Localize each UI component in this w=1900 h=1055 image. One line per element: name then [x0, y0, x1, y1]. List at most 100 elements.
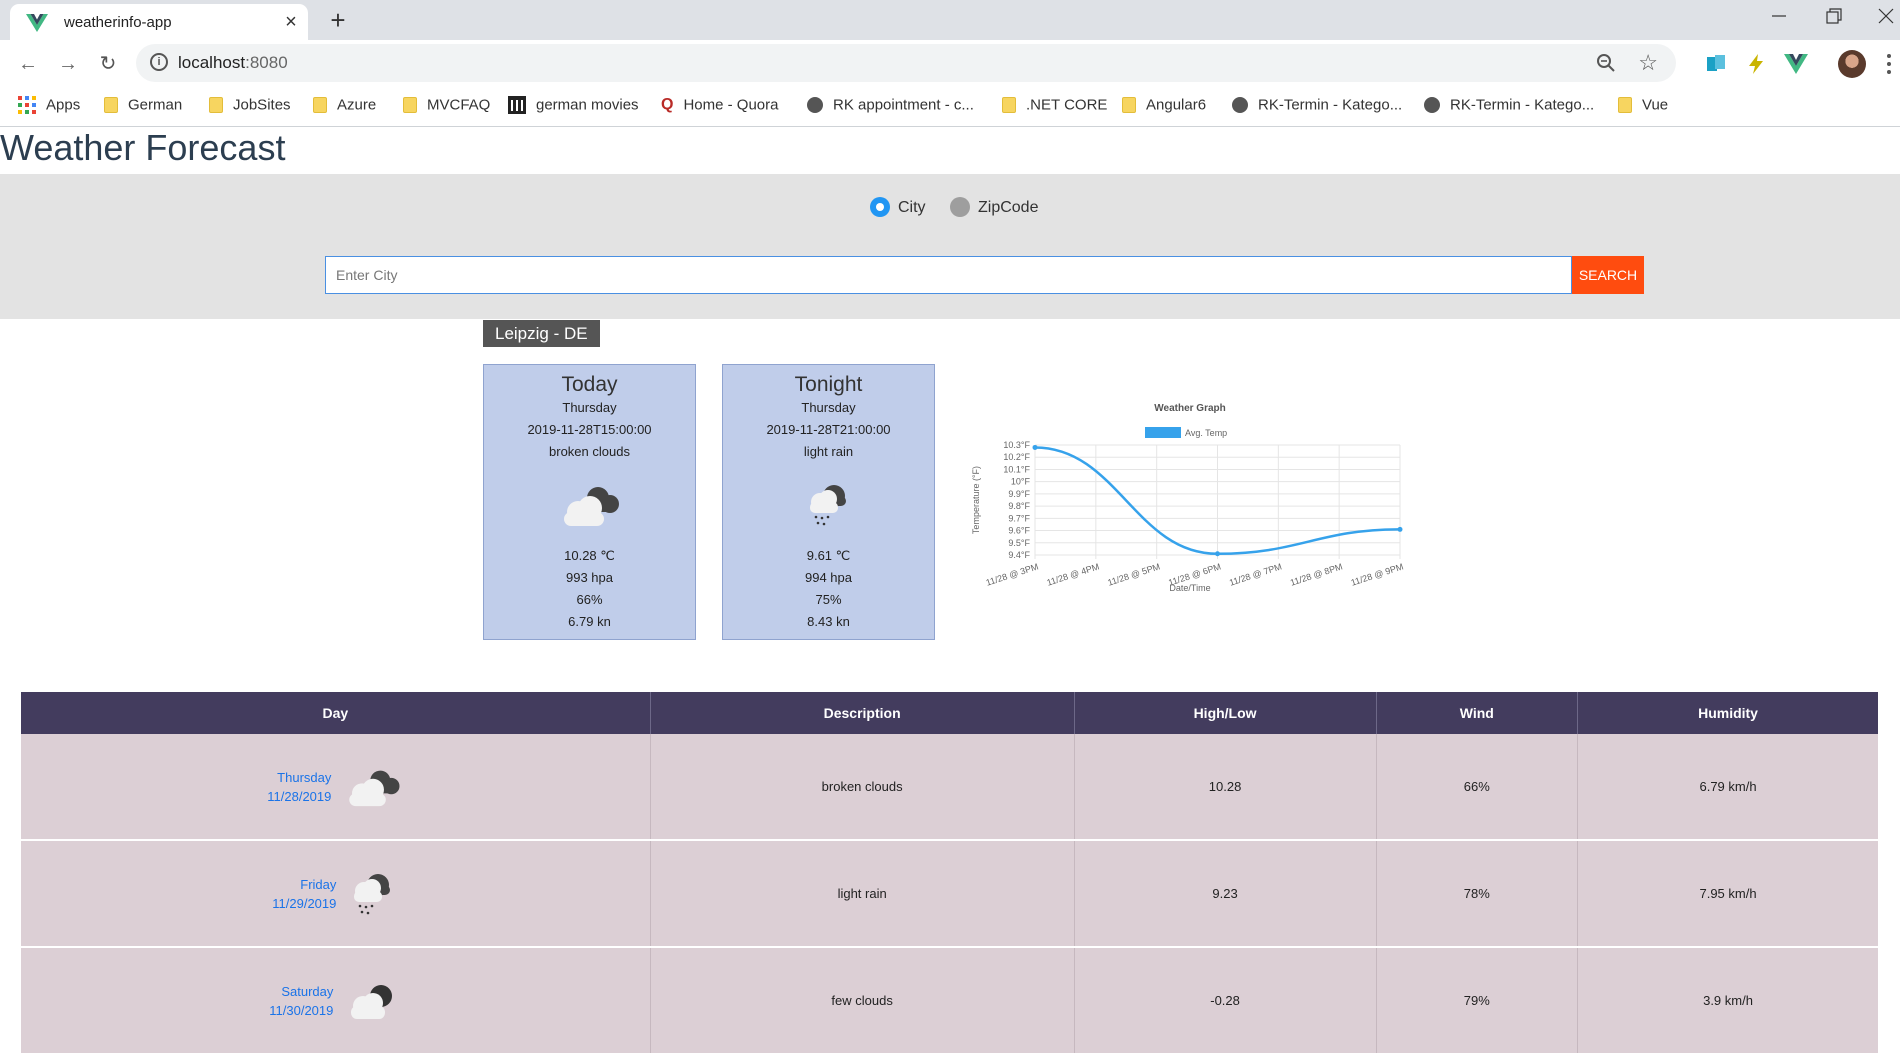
radio-zipcode[interactable] [950, 197, 970, 217]
card-humidity: 66% [576, 592, 603, 607]
forward-arrow-icon[interactable]: → [54, 50, 82, 78]
bookmark-item[interactable]: RK-Termin - Katego... [1424, 96, 1594, 118]
url-text[interactable]: localhost:8080 [178, 53, 288, 73]
bookmark-folder[interactable]: Angular6 [1122, 96, 1206, 118]
day-date-link[interactable]: 11/28/2019 [267, 787, 331, 806]
card-day: Thursday [801, 400, 856, 415]
forecast-card-tonight: Tonight Thursday 2019-11-28T21:00:00 lig… [722, 364, 935, 640]
table-row[interactable]: Friday 11/29/2019 light rain 9.23 78% 7.9… [21, 840, 1878, 948]
card-temperature: 10.28 ℃ [564, 548, 615, 563]
table-header-row: Day Description High/Low Wind Humidity [21, 692, 1878, 734]
tab-close-icon[interactable]: × [280, 11, 302, 33]
extension-blue-icon[interactable] [1704, 52, 1728, 76]
forecast-card-today: Today Thursday 2019-11-28T15:00:00 broke… [483, 364, 696, 640]
day-cell: Saturday 11/30/2019 [21, 947, 651, 1055]
globe-icon [1424, 97, 1440, 114]
minimize-icon[interactable] [1765, 6, 1793, 32]
wind-cell: 66% [1376, 734, 1579, 841]
x-tick-label: 11/28 @ 3PM [985, 561, 1040, 587]
bookmark-star-icon[interactable]: ☆ [1638, 50, 1658, 76]
day-name-link[interactable]: Saturday [269, 982, 333, 1001]
vue-devtools-icon[interactable] [1784, 52, 1808, 76]
apps-grid-icon [18, 96, 36, 115]
table-row[interactable]: Thursday 11/28/2019 broken clouds 10.28 6… [21, 734, 1878, 841]
y-tick-label: 10°F [1011, 477, 1031, 487]
x-tick-label: 11/28 @ 4PM [1046, 561, 1101, 587]
reload-icon[interactable]: ↻ [94, 50, 122, 78]
day-name-link[interactable]: Thursday [267, 768, 331, 787]
bookmark-folder[interactable]: Azure [313, 96, 376, 118]
y-tick-label: 10.1°F [1003, 464, 1030, 474]
radio-zipcode-label[interactable]: ZipCode [978, 199, 1038, 217]
bookmark-folder[interactable]: MVCFAQ [403, 96, 490, 118]
page-title: Weather Forecast [0, 127, 286, 168]
bookmark-item[interactable]: Apps [18, 96, 80, 118]
day-name-link[interactable]: Friday [272, 875, 336, 894]
menu-kebab-icon[interactable] [1886, 52, 1892, 76]
card-title: Today [561, 373, 618, 396]
window-close-icon[interactable] [1872, 6, 1900, 32]
weather-graph: Weather Graph Avg. Temp 10.3°F 10.2°F 10.1°F… [971, 403, 1405, 593]
chart-title: Weather Graph [1154, 403, 1226, 414]
url-host: localhost [178, 53, 246, 72]
card-wind: 6.79 kn [568, 614, 611, 629]
bookmark-folder[interactable]: JobSites [209, 96, 291, 118]
search-button[interactable]: SEARCH [1572, 256, 1644, 294]
folder-icon [1002, 97, 1016, 114]
light-rain-icon [354, 873, 391, 914]
y-tick-label: 9.7°F [1008, 513, 1030, 523]
column-header-description: Description [650, 692, 1075, 734]
bookmark-label: Home - Quora [683, 96, 779, 114]
profile-avatar[interactable] [1838, 50, 1866, 78]
bookmark-item[interactable]: RK appointment - c... [807, 96, 974, 118]
day-date-link[interactable]: 11/30/2019 [269, 1001, 333, 1020]
description-cell: few clouds [650, 947, 1075, 1055]
y-tick-label: 9.4°F [1008, 550, 1030, 560]
x-tick-label: 11/28 @ 8PM [1289, 561, 1344, 587]
legend-swatch [1145, 427, 1181, 438]
zoom-icon[interactable] [1596, 53, 1616, 73]
card-description: light rain [803, 444, 854, 459]
bookmark-label: german movies [536, 96, 639, 114]
column-header-humidity: Humidity [1577, 692, 1878, 734]
x-tick-label: 11/28 @ 9PM [1350, 561, 1405, 587]
radio-city[interactable] [870, 197, 890, 217]
data-point [1032, 444, 1038, 450]
highlow-cell: -0.28 [1074, 947, 1377, 1055]
page-content: Weather Forecast City ZipCode SEARCH Lei… [0, 127, 1900, 1055]
bookmark-item[interactable]: RK-Termin - Katego... [1232, 96, 1402, 118]
highlow-cell: 10.28 [1074, 734, 1377, 841]
bookmark-item[interactable]: Q Home - Quora [661, 96, 779, 118]
table-row[interactable]: Saturday 11/30/2019 few clouds -0.28 79% … [21, 947, 1878, 1055]
bookmark-label: German [128, 96, 183, 114]
folder-icon [104, 97, 118, 114]
data-point [1215, 551, 1220, 557]
new-tab-icon[interactable]: + [324, 6, 352, 34]
bookmark-item[interactable]: german movies [508, 96, 639, 118]
y-tick-label: 10.3°F [1003, 440, 1030, 450]
restore-icon[interactable] [1820, 6, 1848, 32]
site-info-icon[interactable]: i [150, 53, 168, 71]
bookmark-folder[interactable]: Vue [1618, 96, 1668, 118]
back-arrow-icon[interactable]: ← [14, 50, 42, 78]
browser-tab[interactable]: weatherinfo-app × [10, 4, 308, 40]
bookmark-folder[interactable]: .NET CORE [1002, 96, 1107, 118]
legend-label: Avg. Temp [1185, 428, 1227, 438]
globe-icon [807, 97, 823, 114]
city-search-input[interactable] [325, 256, 1572, 294]
wind-cell: 79% [1376, 947, 1579, 1055]
y-tick-label: 9.8°F [1008, 501, 1030, 511]
day-date-link[interactable]: 11/29/2019 [272, 894, 336, 913]
extension-bolt-icon[interactable] [1744, 52, 1768, 76]
y-tick-label: 9.5°F [1008, 538, 1030, 548]
card-day: Thursday [562, 400, 617, 415]
column-header-wind: Wind [1376, 692, 1579, 734]
bookmark-folder[interactable]: German [104, 96, 182, 118]
description-cell: broken clouds [650, 734, 1075, 841]
address-bar[interactable]: i localhost:8080 ☆ [136, 44, 1676, 82]
radio-city-label[interactable]: City [898, 199, 926, 217]
bookmark-label: RK-Termin - Katego... [1258, 96, 1403, 114]
card-temperature: 9.61 ℃ [806, 548, 851, 563]
broken-clouds-icon [563, 487, 619, 526]
folder-icon [1618, 97, 1632, 114]
